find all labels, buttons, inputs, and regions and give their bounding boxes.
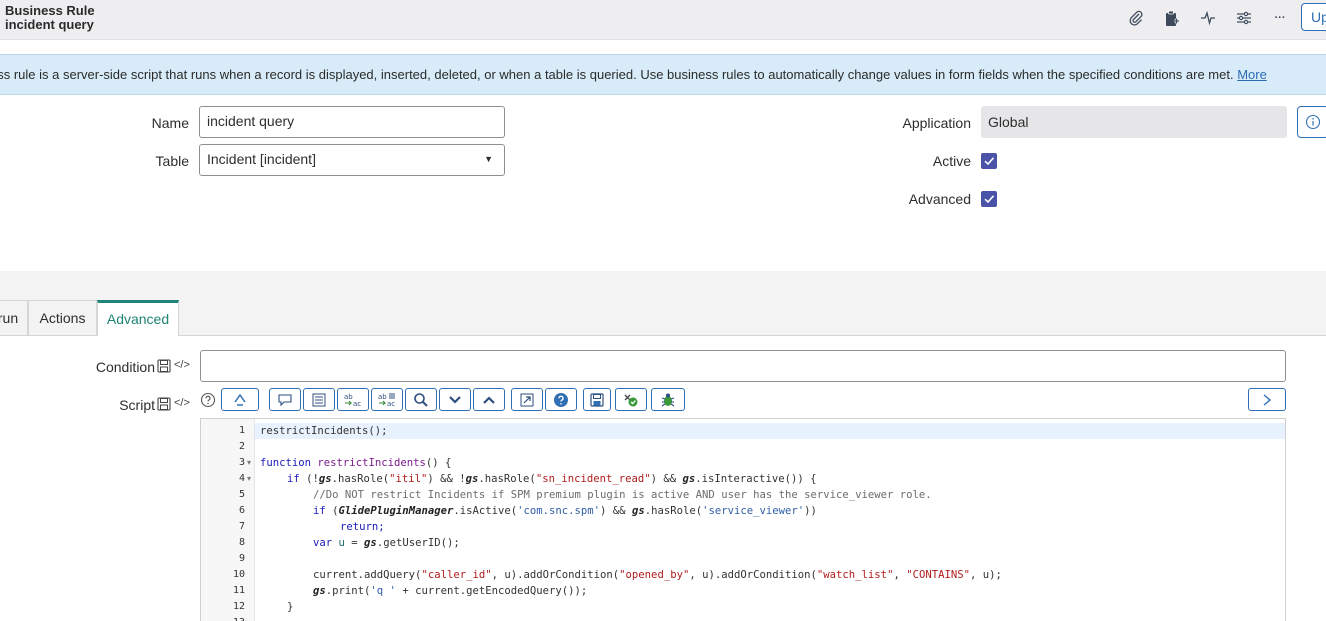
line-number: 12 [232,601,245,612]
check-icon [984,195,995,204]
debug-script-icon[interactable] [651,388,685,411]
script-label: Script [119,397,155,413]
info-banner: ess rule is a server-side script that ru… [0,54,1326,95]
application-field: Global [981,106,1287,138]
clipboard-icon[interactable] [1162,8,1182,28]
code-line: gs.print('q ' + current.getEncodedQuery(… [313,585,588,597]
name-label: Name [151,115,189,131]
script-editor[interactable]: 1 2 3 4 5 6 7 8 9 10 11 12 13 ▾ ▾ restri… [200,418,1286,621]
banner-text: ess rule is a server-side script that ru… [0,67,1238,82]
sliders-icon[interactable] [1234,8,1254,28]
line-number: 10 [232,569,245,580]
table-select[interactable]: Incident [incident] ▼ [199,144,505,176]
help-icon[interactable] [200,392,216,413]
application-label: Application [902,115,972,131]
record-name-title: incident query [5,17,94,32]
check-icon [984,157,995,166]
replace-all-icon[interactable]: ab ac [371,388,403,411]
banner-more-link[interactable]: More [1237,67,1267,82]
line-number: 7 [238,521,245,532]
info-icon [1305,114,1321,130]
fold-arrow-icon[interactable]: ▾ [247,455,251,471]
syntax-check-icon[interactable] [615,388,647,411]
tab-actions[interactable]: Actions [28,300,97,335]
svg-text:ac: ac [353,400,361,408]
code-toggle-icon[interactable]: </> [174,397,190,409]
expand-panel-icon[interactable] [1248,388,1286,411]
comment-icon[interactable] [269,388,301,411]
line-number: 9 [238,553,245,564]
tab-bar [0,271,1326,336]
table-label: Table [155,153,189,169]
replace-icon[interactable]: ab ac [337,388,369,411]
line-number: 5 [238,489,245,500]
code-line: var u = gs.getUserID(); [313,537,460,549]
advanced-label: Advanced [908,191,971,207]
line-number: 8 [238,537,245,548]
line-number: 4 [238,473,245,484]
line-number: 2 [238,441,245,452]
line-number: 1 [238,425,245,436]
find-previous-icon[interactable] [473,388,505,411]
code-line: return; [340,521,385,533]
save-field-icon[interactable] [157,397,171,416]
tab-when-to-run[interactable]: run [0,300,28,335]
active-checkbox[interactable] [981,153,997,169]
search-icon[interactable] [405,388,437,411]
find-next-icon[interactable] [439,388,471,411]
condition-field[interactable] [200,350,1286,382]
tab-advanced[interactable]: Advanced [97,300,179,336]
code-line: if (GlidePluginManager.isActive('com.snc… [313,505,817,517]
update-button[interactable]: Up [1301,3,1326,31]
condition-label: Condition [95,359,155,375]
code-line: current.addQuery("caller_id", u).addOrCo… [313,569,1002,581]
save-field-icon[interactable] [157,359,171,378]
dropdown-arrow-icon: ▼ [484,154,493,164]
line-number: 13 [201,615,245,621]
fold-arrow-icon[interactable]: ▾ [247,471,251,487]
svg-text:ac: ac [387,400,395,408]
format-code-icon[interactable] [303,388,335,411]
advanced-checkbox[interactable] [981,191,997,207]
code-toggle-icon[interactable]: </> [174,359,190,371]
line-number: 3 [238,457,245,468]
code-line: function restrictIncidents() { [260,457,452,469]
line-number: 6 [238,505,245,516]
active-label: Active [932,153,971,169]
application-info-button[interactable] [1297,106,1326,138]
record-type-title: Business Rule [5,3,95,18]
code-line: restrictIncidents(); [260,425,388,437]
code-line: } [287,601,294,613]
save-script-icon[interactable] [583,388,611,411]
svg-text:ab: ab [344,393,353,401]
more-icon[interactable]: ··· [1270,8,1290,28]
line-number: 11 [232,585,245,596]
fullscreen-icon[interactable] [511,388,543,411]
svg-text:ab: ab [378,393,387,401]
table-select-value: Incident [incident] [207,151,316,167]
name-field[interactable]: incident query [199,106,505,138]
toggle-syntax-icon[interactable] [221,388,259,411]
code-line: //Do NOT restrict Incidents if SPM premi… [313,489,932,501]
code-line: if (!gs.hasRole("itil") && !gs.hasRole("… [287,473,817,485]
script-help-icon[interactable] [545,388,577,411]
activity-icon[interactable] [1198,8,1218,28]
active-line-highlight [255,423,1285,439]
paperclip-icon[interactable] [1126,8,1146,28]
